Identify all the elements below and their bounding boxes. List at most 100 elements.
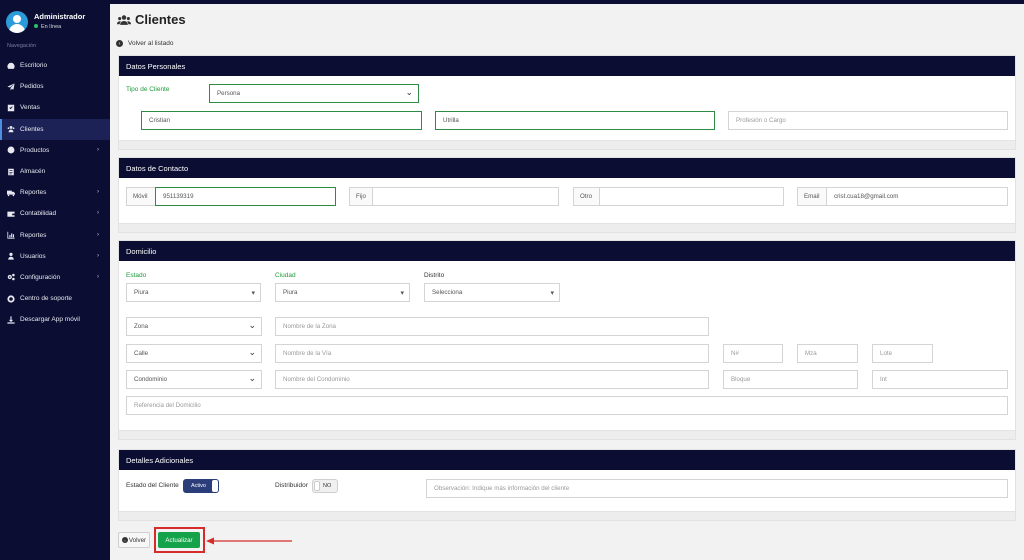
observation-placeholder: Observación: Indique más información del… xyxy=(434,485,570,492)
email-input[interactable]: crist.cua18@gmail.com xyxy=(826,187,1008,206)
state-label: Estado xyxy=(126,272,147,279)
sidebar-item-label: Ventas xyxy=(20,104,40,112)
street-number-input[interactable]: N# xyxy=(723,344,783,363)
toggle-knob xyxy=(212,480,218,492)
panel-contact-data: Datos de Contacto Móvil 951139319 Fijo O… xyxy=(118,157,1016,233)
street-name-input[interactable]: Nombre de la Vía xyxy=(275,344,709,363)
city-value: Piura xyxy=(283,289,298,296)
interior-input[interactable]: Int xyxy=(872,370,1008,389)
sidebar-item-label: Centro de soporte xyxy=(20,295,73,303)
sidebar-item-escritorio[interactable]: Escritorio xyxy=(0,55,110,76)
condo-type-select[interactable]: Condominio xyxy=(126,370,262,389)
sidebar-item-productos[interactable]: Productos › xyxy=(0,140,110,161)
building-block-input[interactable]: Bloque xyxy=(723,370,858,389)
chevron-right-icon: › xyxy=(97,210,99,217)
client-type-label: Tipo de Cliente xyxy=(126,86,170,93)
mobile-input[interactable]: 951139319 xyxy=(155,187,336,206)
other-phone-addon: Otro xyxy=(573,187,600,206)
cogs-icon xyxy=(7,273,15,281)
sidebar-item-clientes[interactable]: Clientes xyxy=(0,118,110,140)
address-reference-placeholder: Referencia del Domicilio xyxy=(134,402,201,409)
city-select[interactable]: Piura xyxy=(275,283,410,302)
profession-placeholder: Profesión o Cargo xyxy=(736,117,786,124)
zone-name-input[interactable]: Nombre de la Zona xyxy=(275,317,709,336)
sidebar-item-configuración[interactable]: Configuración › xyxy=(0,267,110,288)
back-to-list-label: Volver al listado xyxy=(128,40,174,47)
sidebar-item-almacén[interactable]: Almacén xyxy=(0,161,110,182)
building-block-placeholder: Bloque xyxy=(731,376,751,383)
street-name-placeholder: Nombre de la Vía xyxy=(283,350,332,357)
chevron-right-icon: › xyxy=(97,146,99,153)
sidebar-item-ventas[interactable]: Ventas xyxy=(0,97,110,118)
user-profile[interactable]: Administrador En línea xyxy=(6,9,106,35)
profession-input[interactable]: Profesión o Cargo xyxy=(728,111,1008,130)
client-status-toggle[interactable]: Activo xyxy=(183,479,219,493)
last-name-input[interactable]: Utrilla xyxy=(435,111,715,130)
sidebar-item-reportes[interactable]: Reportes › xyxy=(0,182,110,203)
client-status-toggle-label: Activo xyxy=(191,483,206,489)
dashboard-icon xyxy=(7,62,15,70)
email-value: crist.cua18@gmail.com xyxy=(834,193,899,200)
user-status-text: En línea xyxy=(41,24,62,30)
address-reference-input[interactable]: Referencia del Domicilio xyxy=(126,396,1008,415)
document-icon xyxy=(7,168,15,176)
sidebar-item-label: Descargar App móvil xyxy=(20,316,80,324)
avatar xyxy=(6,11,28,33)
condo-name-input[interactable]: Nombre del Condominio xyxy=(275,370,709,389)
panel-footer xyxy=(119,430,1015,439)
sidebar-item-pedidos[interactable]: Pedidos xyxy=(0,76,110,97)
client-type-value: Persona xyxy=(217,90,241,97)
client-status-label: Estado del Cliente xyxy=(126,482,179,489)
other-phone-input[interactable] xyxy=(599,187,784,206)
sidebar-item-centro-de-soporte[interactable]: Centro de soporte xyxy=(0,288,110,309)
chevron-right-icon: › xyxy=(97,231,99,238)
sidebar-item-label: Configuración xyxy=(20,273,61,281)
state-select[interactable]: Piura xyxy=(126,283,261,302)
user-group-icon xyxy=(7,252,15,260)
sidebar-item-descargar-app-móvil[interactable]: Descargar App móvil xyxy=(0,309,110,330)
sidebar-item-label: Clientes xyxy=(20,125,44,133)
district-select[interactable]: Selecciona xyxy=(424,283,560,302)
toggle-knob xyxy=(314,481,320,491)
zone-type-select[interactable]: Zona xyxy=(126,317,262,336)
sidebar-item-label: Reportes xyxy=(20,231,47,239)
wallet-icon xyxy=(7,210,15,218)
state-value: Piura xyxy=(134,289,149,296)
lot-input[interactable]: Lote xyxy=(872,344,933,363)
sidebar-item-usuarios[interactable]: Usuarios › xyxy=(0,246,110,267)
first-name-input[interactable]: Cristian xyxy=(141,111,422,130)
user-name: Administrador xyxy=(34,12,86,21)
panel-footer xyxy=(119,511,1015,520)
landline-addon: Fijo xyxy=(349,187,373,206)
sidebar-item-reportes[interactable]: Reportes › xyxy=(0,225,110,246)
panel-heading: Datos de Contacto xyxy=(119,158,1015,178)
sidebar-item-label: Almacén xyxy=(20,168,46,176)
zone-name-placeholder: Nombre de la Zona xyxy=(283,323,336,330)
paper-plane-icon xyxy=(7,83,15,91)
email-addon: Email xyxy=(797,187,827,206)
chevron-right-icon: › xyxy=(97,273,99,280)
bar-chart-icon xyxy=(7,231,15,239)
street-type-value: Calle xyxy=(134,350,149,357)
back-button[interactable]: ‹ Volver xyxy=(118,532,150,548)
block-mza-placeholder: Mza xyxy=(805,350,817,357)
block-mza-input[interactable]: Mza xyxy=(797,344,858,363)
sidebar-item-contabilidad[interactable]: Contabilidad › xyxy=(0,203,110,224)
page-title: Clientes xyxy=(117,12,186,27)
landline-input[interactable] xyxy=(372,187,559,206)
condo-type-value: Condominio xyxy=(134,376,168,383)
client-type-select[interactable]: Persona xyxy=(209,84,419,103)
district-value: Selecciona xyxy=(432,289,463,296)
street-number-placeholder: N# xyxy=(731,350,739,357)
observation-input[interactable]: Observación: Indique más información del… xyxy=(426,479,1008,498)
update-button[interactable]: Actualizar xyxy=(158,532,200,548)
life-ring-icon xyxy=(7,295,15,303)
street-type-select[interactable]: Calle xyxy=(126,344,262,363)
back-button-label: Volver xyxy=(128,536,147,544)
distributor-toggle[interactable]: NO xyxy=(312,479,338,493)
circle-icon xyxy=(7,146,15,154)
chevron-right-icon: › xyxy=(97,252,99,259)
truck-icon xyxy=(7,189,15,197)
back-to-list-link[interactable]: ‹ Volver al listado xyxy=(116,40,174,47)
panel-footer xyxy=(119,140,1015,149)
